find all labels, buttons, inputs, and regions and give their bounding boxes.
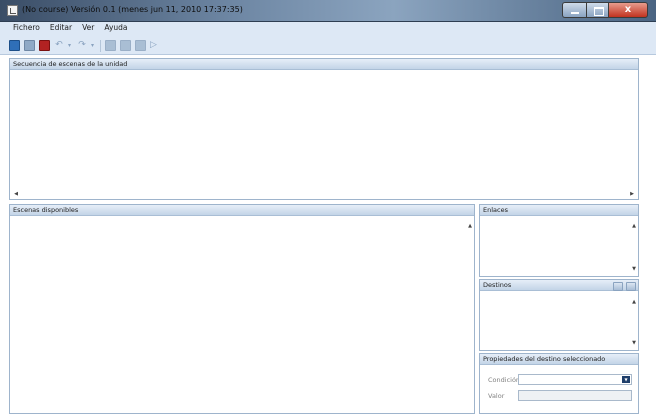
scroll-down-icon[interactable]: ▼ — [630, 265, 638, 273]
title-bar: (No course) Versión 0.1 (menes jun 11, 2… — [0, 0, 656, 22]
vertical-scrollbar[interactable]: ▲ — [466, 217, 474, 413]
remove-destination-button[interactable] — [626, 282, 636, 291]
menu-ayuda[interactable]: Ayuda — [100, 22, 131, 36]
close-button[interactable]: x — [608, 2, 648, 18]
available-scenes-title: Escenas disponibles — [10, 205, 474, 216]
menu-ver[interactable]: Ver — [78, 22, 98, 36]
play-icon[interactable]: ▷ — [150, 40, 159, 51]
properties-panel: Propiedades del destino seleccionado Con… — [479, 353, 639, 414]
scroll-up-icon[interactable]: ▲ — [630, 298, 638, 306]
undo-dropdown-icon[interactable]: ▾ — [68, 40, 73, 51]
value-field[interactable] — [518, 390, 632, 401]
available-scenes-panel: Escenas disponibles ▲ — [9, 204, 475, 414]
links-panel: Enlaces ▲ ▼ — [479, 204, 639, 277]
scroll-up-icon[interactable]: ▲ — [466, 222, 474, 230]
maximize-button[interactable] — [586, 2, 608, 18]
value-label: Valor — [488, 392, 505, 400]
vertical-scrollbar[interactable]: ▲ ▼ — [630, 217, 638, 276]
redo-icon[interactable]: ↷ — [77, 40, 87, 51]
toolbar-separator — [100, 39, 101, 52]
links-panel-title: Enlaces — [480, 205, 638, 216]
window-controls: x — [562, 2, 648, 18]
vertical-scrollbar[interactable]: ▲ ▼ — [630, 292, 638, 350]
close-icon: x — [624, 4, 632, 15]
destinations-panel: Destinos ▲ ▼ — [479, 279, 639, 351]
minimize-button[interactable] — [562, 2, 586, 18]
sequence-panel: Secuencia de escenas de la unidad ◀ ▶ — [9, 58, 639, 200]
scene-icon[interactable] — [135, 40, 146, 51]
condition-label: Condición — [488, 376, 521, 384]
menu-editar[interactable]: Editar — [46, 22, 76, 36]
dropdown-arrow-icon[interactable]: ▼ — [622, 376, 630, 383]
scroll-left-icon[interactable]: ◀ — [12, 190, 20, 199]
menu-fichero[interactable]: Fichero — [9, 22, 44, 36]
open-icon[interactable] — [9, 40, 20, 51]
scroll-up-icon[interactable]: ▲ — [630, 222, 638, 230]
add-destination-button[interactable] — [613, 282, 623, 291]
scroll-right-icon[interactable]: ▶ — [628, 190, 636, 199]
window-title: (No course) Versión 0.1 (menes jun 11, 2… — [22, 5, 243, 14]
horizontal-scrollbar[interactable]: ◀ ▶ — [10, 190, 638, 199]
condition-select[interactable]: ▼ — [518, 374, 632, 385]
stop-icon[interactable] — [39, 40, 50, 51]
redo-dropdown-icon[interactable]: ▾ — [91, 40, 96, 51]
scene-icon[interactable] — [120, 40, 131, 51]
app-icon — [7, 5, 18, 16]
properties-panel-title: Propiedades del destino seleccionado — [480, 354, 638, 365]
window-chrome: Fichero Editar Ver Ayuda ↶ ▾ ↷ ▾ ▷ — [0, 22, 656, 55]
scene-icon[interactable] — [105, 40, 116, 51]
undo-icon[interactable]: ↶ — [54, 40, 64, 51]
toolbar: ↶ ▾ ↷ ▾ ▷ — [9, 38, 159, 53]
save-icon[interactable] — [24, 40, 35, 51]
menu-bar: Fichero Editar Ver Ayuda — [0, 22, 132, 36]
sequence-panel-title: Secuencia de escenas de la unidad — [10, 59, 638, 70]
scroll-down-icon[interactable]: ▼ — [630, 339, 638, 347]
